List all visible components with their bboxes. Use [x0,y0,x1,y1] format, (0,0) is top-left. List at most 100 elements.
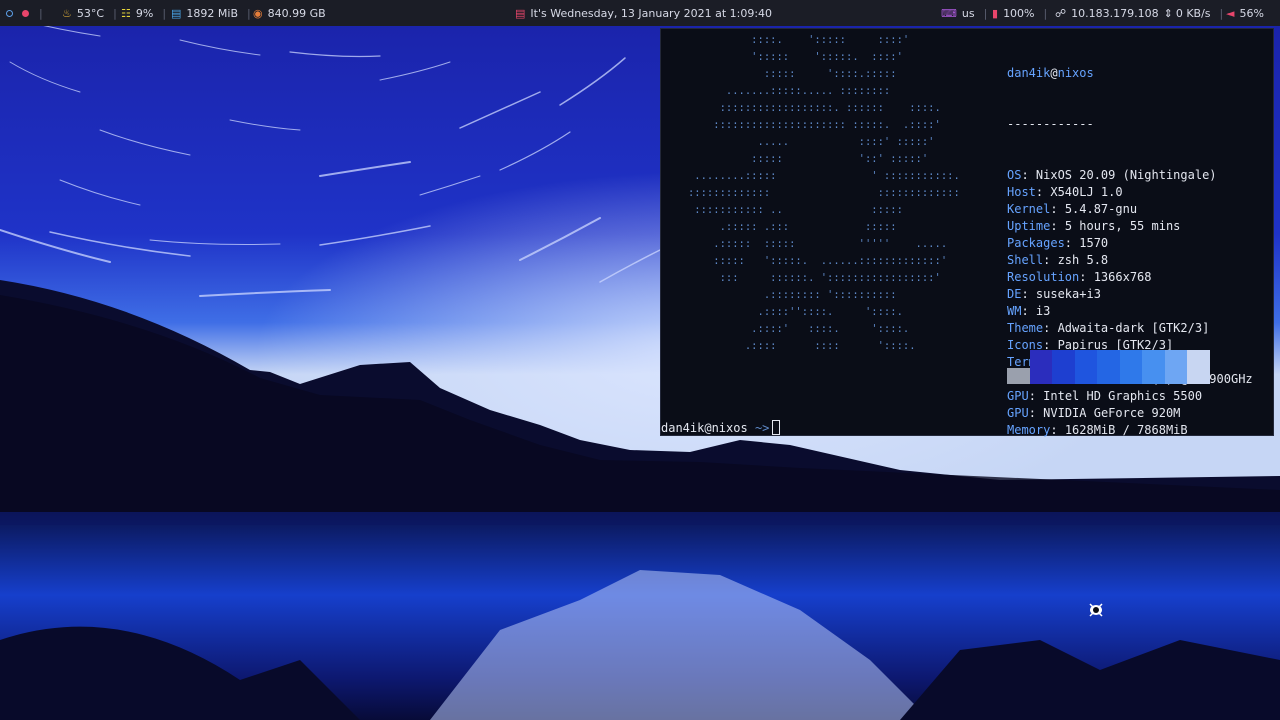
info-row: Shell: zsh 5.8 [1007,252,1253,269]
palette-swatch [1164,350,1187,384]
separator: | [247,6,251,20]
info-value: Intel HD Graphics 5500 [1043,389,1203,403]
separator: | [983,6,988,20]
info-separator: : [1021,304,1036,318]
palette-swatch [1007,368,1030,384]
info-row: Kernel: 5.4.87-gnu [1007,201,1253,218]
info-value: X540LJ 1.0 [1050,185,1123,199]
workspace-2-icon[interactable] [22,9,29,17]
info-separator: : [1050,202,1065,216]
info-value: Adwaita-dark [GTK2/3] [1057,321,1210,335]
palette-swatch [1142,350,1165,384]
disk-module: ◉ 840.99 GB [253,0,326,26]
info-separator: : [1064,236,1080,250]
separator: | [113,6,117,20]
info-key: Theme [1007,321,1044,335]
calendar-icon: ▤ [515,6,526,20]
palette-swatch [1029,350,1052,384]
palette-swatch [1119,350,1142,384]
info-key: Packages [1007,236,1065,250]
disk-value: 840.99 GB [267,6,326,20]
info-value: 5.4.87-gnu [1064,202,1138,216]
info-key: DE [1007,287,1022,301]
memory-module: ▤ 1892 MiB | [171,0,251,26]
workspaces: | [6,0,43,26]
keyboard-module: ⌨ us | [941,0,987,26]
info-username: dan4ik [1007,66,1051,80]
cpu-value: 9% [135,6,154,20]
info-row: Memory: 1628MiB / 7868MiB [1007,422,1253,439]
shell-prompt[interactable]: dan4ik@nixos ~> [661,420,781,436]
info-row: Uptime: 5 hours, 55 mins [1007,218,1253,235]
info-row: Theme: Adwaita-dark [GTK2/3] [1007,320,1253,337]
separator: | [39,6,43,20]
info-key: GPU [1007,406,1029,420]
info-key: OS [1007,168,1022,182]
terminal-window[interactable]: ::::. '::::: ::::' '::::: ':::::. ::::' … [660,28,1274,437]
info-key: Shell [1007,253,1044,267]
keyboard-layout: us [961,6,975,20]
info-row: Packages: 1570 [1007,235,1253,252]
disk-icon: ◉ [253,6,263,20]
info-separator: : [1021,168,1036,182]
prompt-arrow: ~> [754,421,770,435]
transfer-icon: ⇕ [1163,6,1173,20]
palette-swatch [1187,350,1210,384]
info-key: WM [1007,304,1022,318]
network-ip: 10.183.179.108 [1071,6,1159,20]
palette-swatch [1052,350,1075,384]
info-at: @ [1050,66,1058,80]
info-row: WM: i3 [1007,303,1253,320]
info-key: Memory [1007,423,1051,437]
volume-icon: ◄ [1226,6,1235,20]
info-value: 5 hours, 55 mins [1064,219,1181,233]
info-value: 1366x768 [1093,270,1152,284]
info-key: Host [1007,185,1036,199]
info-row: Host: X540LJ 1.0 [1007,184,1253,201]
info-value: zsh 5.8 [1057,253,1109,267]
battery-value: 100% [1003,6,1035,20]
info-value: 1628MiB / 7868MiB [1064,423,1188,437]
network-icon: ☍ [1055,6,1067,20]
prompt-user: dan4ik@nixos [661,421,748,435]
memory-icon: ▤ [171,6,182,20]
info-hostname: nixos [1057,66,1094,80]
info-value: suseka+i3 [1035,287,1101,301]
clock-module: ▤ It's Wednesday, 13 January 2021 at 1:0… [515,0,772,26]
info-separator: : [1043,321,1058,335]
info-row: GPU: NVIDIA GeForce 920M [1007,405,1253,422]
color-palette [1007,350,1210,384]
info-row: GPU: Intel HD Graphics 5500 [1007,388,1253,405]
volume-module[interactable]: ◄ 56% [1226,0,1264,26]
cpu-module: ☷ 9% | [121,0,166,26]
info-separator: : [1043,253,1058,267]
battery-module: ▮ 100% | [992,0,1047,26]
palette-swatch [1074,350,1097,384]
info-key: Resolution [1007,270,1080,284]
cpu-icon: ☷ [121,6,131,20]
battery-icon: ▮ [992,6,999,20]
info-value: 1570 [1079,236,1109,250]
mouse-cursor-icon [1089,603,1103,617]
info-value: i3 [1035,304,1051,318]
separator: | [1219,6,1224,20]
info-divider: ------------ [1007,117,1094,131]
thermometer-icon: ♨ [62,6,72,20]
nixos-logo-ascii: ::::. '::::: ::::' '::::: ':::::. ::::' … [687,34,960,352]
info-value: NixOS 20.09 (Nightingale) [1035,168,1217,182]
workspace-1-icon[interactable] [6,9,13,17]
palette-swatch [1097,350,1120,384]
info-row: Resolution: 1366x768 [1007,269,1253,286]
info-separator: : [1050,423,1065,437]
info-separator: : [1035,185,1051,199]
info-separator: : [1050,219,1065,233]
system-info: dan4ik@nixos ------------ OS: NixOS 20.0… [1007,31,1253,473]
text-cursor [772,420,781,435]
keyboard-icon: ⌨ [941,6,957,20]
info-key: Kernel [1007,202,1051,216]
info-separator: : [1021,287,1036,301]
network-module: ☍ 10.183.179.108 ⇕ 0 KB/s | [1055,0,1223,26]
separator: | [162,6,167,20]
top-status-bar: | ♨ 53°C | ☷ 9% | ▤ 1892 MiB | ◉ 840.99 … [0,0,1280,26]
separator: | [1043,6,1048,20]
